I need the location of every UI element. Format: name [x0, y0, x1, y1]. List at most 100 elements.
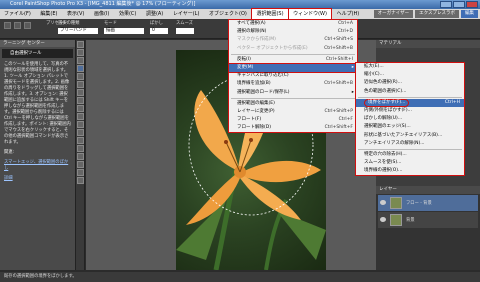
mode-dropdown[interactable]: 描画 [104, 28, 144, 34]
new-file-icon[interactable] [4, 22, 11, 29]
submenu-arrow-icon: ▸ [351, 64, 354, 70]
submenu-item-unfeather[interactable]: ぼかしの解除(U)... [356, 115, 464, 123]
menu-image[interactable]: 画像(I) [90, 9, 113, 19]
submenu-item-select-edges[interactable]: 選択範囲のエッジ(S)... [356, 123, 464, 131]
dropper-tool-icon[interactable] [77, 73, 84, 80]
help-link[interactable]: 詳細 [0, 174, 75, 184]
window-titlebar: Corel PaintShop Photo Pro X3 - [IMG_4811… [0, 0, 480, 9]
layer-name: フロー - 背景 [406, 201, 432, 206]
menu-separator [231, 97, 355, 99]
workspace-tabs: オーガナイザー エクスプレスラボ 編集 [372, 10, 478, 18]
menu-separator [358, 96, 462, 98]
freehand-selection-tool-icon[interactable] [77, 65, 84, 72]
minimize-button[interactable] [440, 1, 452, 8]
menu-item-load-save[interactable]: 選択範囲のロード/保存(L) ▸ [229, 89, 357, 97]
selection-type-dropdown[interactable]: フリーハンド [58, 28, 98, 34]
menu-objects[interactable]: オブジェクト(O) [205, 9, 251, 19]
layer-thumbnail [390, 197, 402, 209]
zoom-tool-icon[interactable] [77, 49, 84, 56]
pick-tool-icon[interactable] [77, 57, 84, 64]
feather-input[interactable]: 0 [150, 28, 168, 34]
layers-header: レイヤー [376, 186, 480, 194]
shape-tool-icon[interactable] [77, 145, 84, 152]
submenu-item-expand[interactable]: 拡大(E)... [356, 63, 464, 71]
learning-center-title: 自由選択ツール [2, 49, 73, 58]
menu-effects[interactable]: 効果(C) [115, 9, 140, 19]
color-swatch-icon[interactable] [77, 177, 84, 184]
menu-view[interactable]: 表示(V) [63, 9, 88, 19]
mode-label: モード [104, 21, 117, 26]
smooth-label: スムーズ [176, 21, 193, 26]
related-label: 関連: [4, 150, 15, 155]
menu-item-invert[interactable]: 反転(I) Ctrl+Shift+I [229, 56, 357, 64]
eraser-tool-icon[interactable] [77, 121, 84, 128]
close-button[interactable] [466, 1, 478, 8]
warp-tool-icon[interactable] [77, 169, 84, 176]
submenu-item-smooth[interactable]: スムースを使(S)... [356, 159, 464, 167]
redeye-tool-icon[interactable] [77, 97, 84, 104]
learning-center-panel: ラーニング センター 自由選択ツール このツールを使用して、写真の不規則な形状の… [0, 40, 76, 270]
workspace-expresslab-button[interactable]: エクスプレスラボ [415, 10, 459, 18]
menu-item-promote-layer[interactable]: レイヤーに変更(P) Ctrl+Shift+P [229, 108, 357, 116]
save-icon[interactable] [24, 22, 31, 29]
submenu-item-shape-antialias[interactable]: 形状に基づいたアンチエイリアス(B)... [356, 132, 464, 140]
brush-tool-icon[interactable] [77, 105, 84, 112]
layer-row[interactable]: フロー - 背景 [378, 195, 478, 211]
straighten-tool-icon[interactable] [77, 89, 84, 96]
menu-item-from-vector: ベクター オブジェクトから作成(E) Ctrl+Shift+B [237, 45, 353, 51]
submenu-item-select-border[interactable]: 境界線の選択(O)... [356, 167, 464, 175]
open-file-icon[interactable] [14, 22, 21, 29]
related-link[interactable]: スマートエッジ、選択範囲のぼかし [0, 158, 75, 174]
menu-item-matte[interactable]: キャンバスに取り込む(C) [229, 72, 357, 80]
submenu-item-feather[interactable]: 境界をぼかす(F)... Ctrl+H [356, 98, 464, 107]
maximize-button[interactable] [453, 1, 465, 8]
selections-menu: すべて選択(A) Ctrl+A 選択の解除(N) Ctrl+D マスクから作成(M)… [228, 19, 358, 134]
visibility-eye-icon[interactable] [380, 200, 386, 205]
submenu-item-inside-outside-feather[interactable]: 内側/外側をぼかす(F)... [356, 107, 464, 115]
feather-label: ぼかし [150, 21, 163, 26]
submenu-item-remove-holes[interactable]: 特定の穴の除去(H)... [356, 151, 464, 159]
menu-item-select-all[interactable]: すべて選択(A) Ctrl+A [229, 20, 357, 28]
menu-selections[interactable]: 選択範囲(S) [251, 8, 289, 20]
submenu-item-select-similar[interactable]: 近似色の選択(R)... [356, 79, 464, 87]
learning-center-header: ラーニング センター [0, 40, 75, 47]
menu-help[interactable]: ヘルプ(H) [333, 9, 364, 19]
menu-edit[interactable]: 編集(E) [36, 9, 61, 19]
visibility-eye-icon[interactable] [380, 217, 386, 222]
text-tool-icon[interactable] [77, 137, 84, 144]
learning-center-body: このツールを使用して、写真の不規則な形状の領域を選択します。1. ツール オプシ… [4, 62, 71, 145]
submenu-item-select-color-range[interactable]: 色の範囲の選択(C)... [356, 88, 464, 96]
tools-toolbar [76, 40, 85, 270]
menu-file[interactable]: ファイル(F) [0, 9, 35, 19]
materials-header: マテリアル [376, 40, 480, 48]
menu-separator [231, 53, 355, 55]
statusbar: 既存の選択範囲の境界をぼかします。 [0, 272, 480, 282]
workspace-organizer-button[interactable]: オーガナイザー [373, 10, 414, 18]
clone-tool-icon[interactable] [77, 113, 84, 120]
window-title: Corel PaintShop Photo Pro X3 - [IMG_4811… [10, 1, 196, 7]
pan-tool-icon[interactable] [77, 41, 84, 48]
menu-item-float[interactable]: フロート(F) Ctrl+F [229, 116, 357, 124]
menu-item-select-none[interactable]: 選択の解除(N) Ctrl+D [229, 28, 357, 36]
layer-thumbnail [390, 214, 402, 226]
workspace-edit-button[interactable]: 編集 [461, 10, 478, 18]
pen-tool-icon[interactable] [77, 153, 84, 160]
menu-item-add-border[interactable]: 境界線を追加(B) Ctrl+Shift+B [229, 80, 357, 88]
submenu-arrow-icon: ▸ [351, 89, 354, 95]
menu-adjust[interactable]: 調整(A) [142, 9, 167, 19]
smooth-input[interactable] [176, 28, 194, 34]
menu-window[interactable]: ウィンドウ(W) [288, 8, 332, 20]
submenu-item-contract[interactable]: 縮小(C)... [356, 71, 464, 79]
crop-tool-icon[interactable] [77, 81, 84, 88]
layer-row[interactable]: 背景 [378, 212, 478, 228]
menu-item-defloat[interactable]: フロート解除(D) Ctrl+Shift+F [229, 124, 357, 132]
modify-submenu: 拡大(E)... 縮小(C)... 近似色の選択(R)... 色の範囲の選択(C… [355, 62, 465, 177]
menu-item-edit-selection[interactable]: 選択範囲の編集(E) [229, 100, 357, 108]
selection-type-label: 選択の種類 [58, 21, 80, 26]
menu-layers[interactable]: レイヤー(L) [169, 9, 204, 19]
menu-item-modify[interactable]: 変更(M) ▸ [228, 62, 358, 74]
fill-tool-icon[interactable] [77, 129, 84, 136]
submenu-item-remove-antialias[interactable]: アンチエイリアスの解除(N)... [356, 140, 464, 148]
menu-separator [358, 148, 462, 150]
dodge-tool-icon[interactable] [77, 161, 84, 168]
